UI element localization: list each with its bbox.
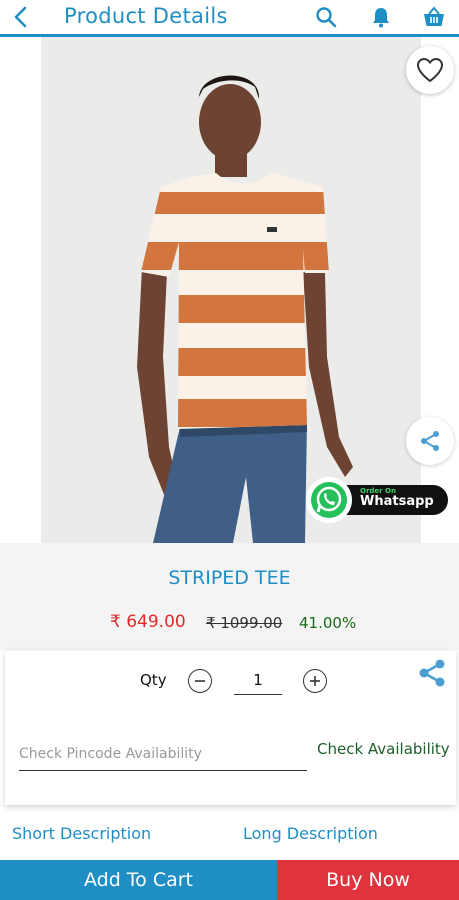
app-header: Product Details — [0, 0, 459, 37]
short-description-link[interactable]: Short Description — [12, 824, 151, 843]
heart-icon — [416, 57, 444, 83]
product-info: STRIPED TEE ₹ 649.00 ₹ 1099.00 41.00% — [0, 543, 459, 650]
plus-icon — [310, 676, 320, 686]
pincode-input[interactable] — [19, 737, 307, 771]
discount-percent: 41.00% — [299, 614, 357, 632]
share-icon — [421, 431, 439, 451]
back-arrow-icon[interactable] — [9, 4, 35, 30]
check-availability-button[interactable]: Check Availability — [317, 740, 450, 758]
page-title: Product Details — [64, 4, 228, 28]
search-icon[interactable] — [314, 5, 338, 29]
whatsapp-label: Whatsapp — [360, 494, 434, 509]
basket-icon[interactable] — [422, 5, 446, 29]
add-to-cart-button[interactable]: Add To Cart — [0, 860, 277, 900]
share-floating-button[interactable] — [406, 417, 454, 465]
product-name: STRIPED TEE — [168, 567, 291, 589]
minus-icon — [195, 680, 205, 682]
product-image-area: Order On Whatsapp — [0, 37, 459, 543]
original-price: ₹ 1099.00 — [206, 614, 283, 632]
quantity-pincode-card: Qty 1 Check Availability — [5, 651, 456, 805]
bell-icon[interactable] — [369, 5, 393, 29]
product-photo[interactable] — [41, 37, 421, 543]
sale-price: ₹ 649.00 — [110, 612, 186, 632]
whatsapp-icon — [306, 477, 352, 523]
qty-increase-button[interactable] — [303, 669, 327, 693]
qty-value-field[interactable]: 1 — [234, 667, 282, 695]
long-description-link[interactable]: Long Description — [243, 824, 378, 843]
wishlist-heart-button[interactable] — [406, 46, 454, 94]
share-icon[interactable] — [416, 657, 448, 689]
buy-now-button[interactable]: Buy Now — [277, 860, 459, 900]
qty-label: Qty — [140, 671, 167, 689]
order-on-whatsapp-button[interactable]: Order On Whatsapp — [306, 477, 448, 523]
qty-decrease-button[interactable] — [188, 669, 212, 693]
